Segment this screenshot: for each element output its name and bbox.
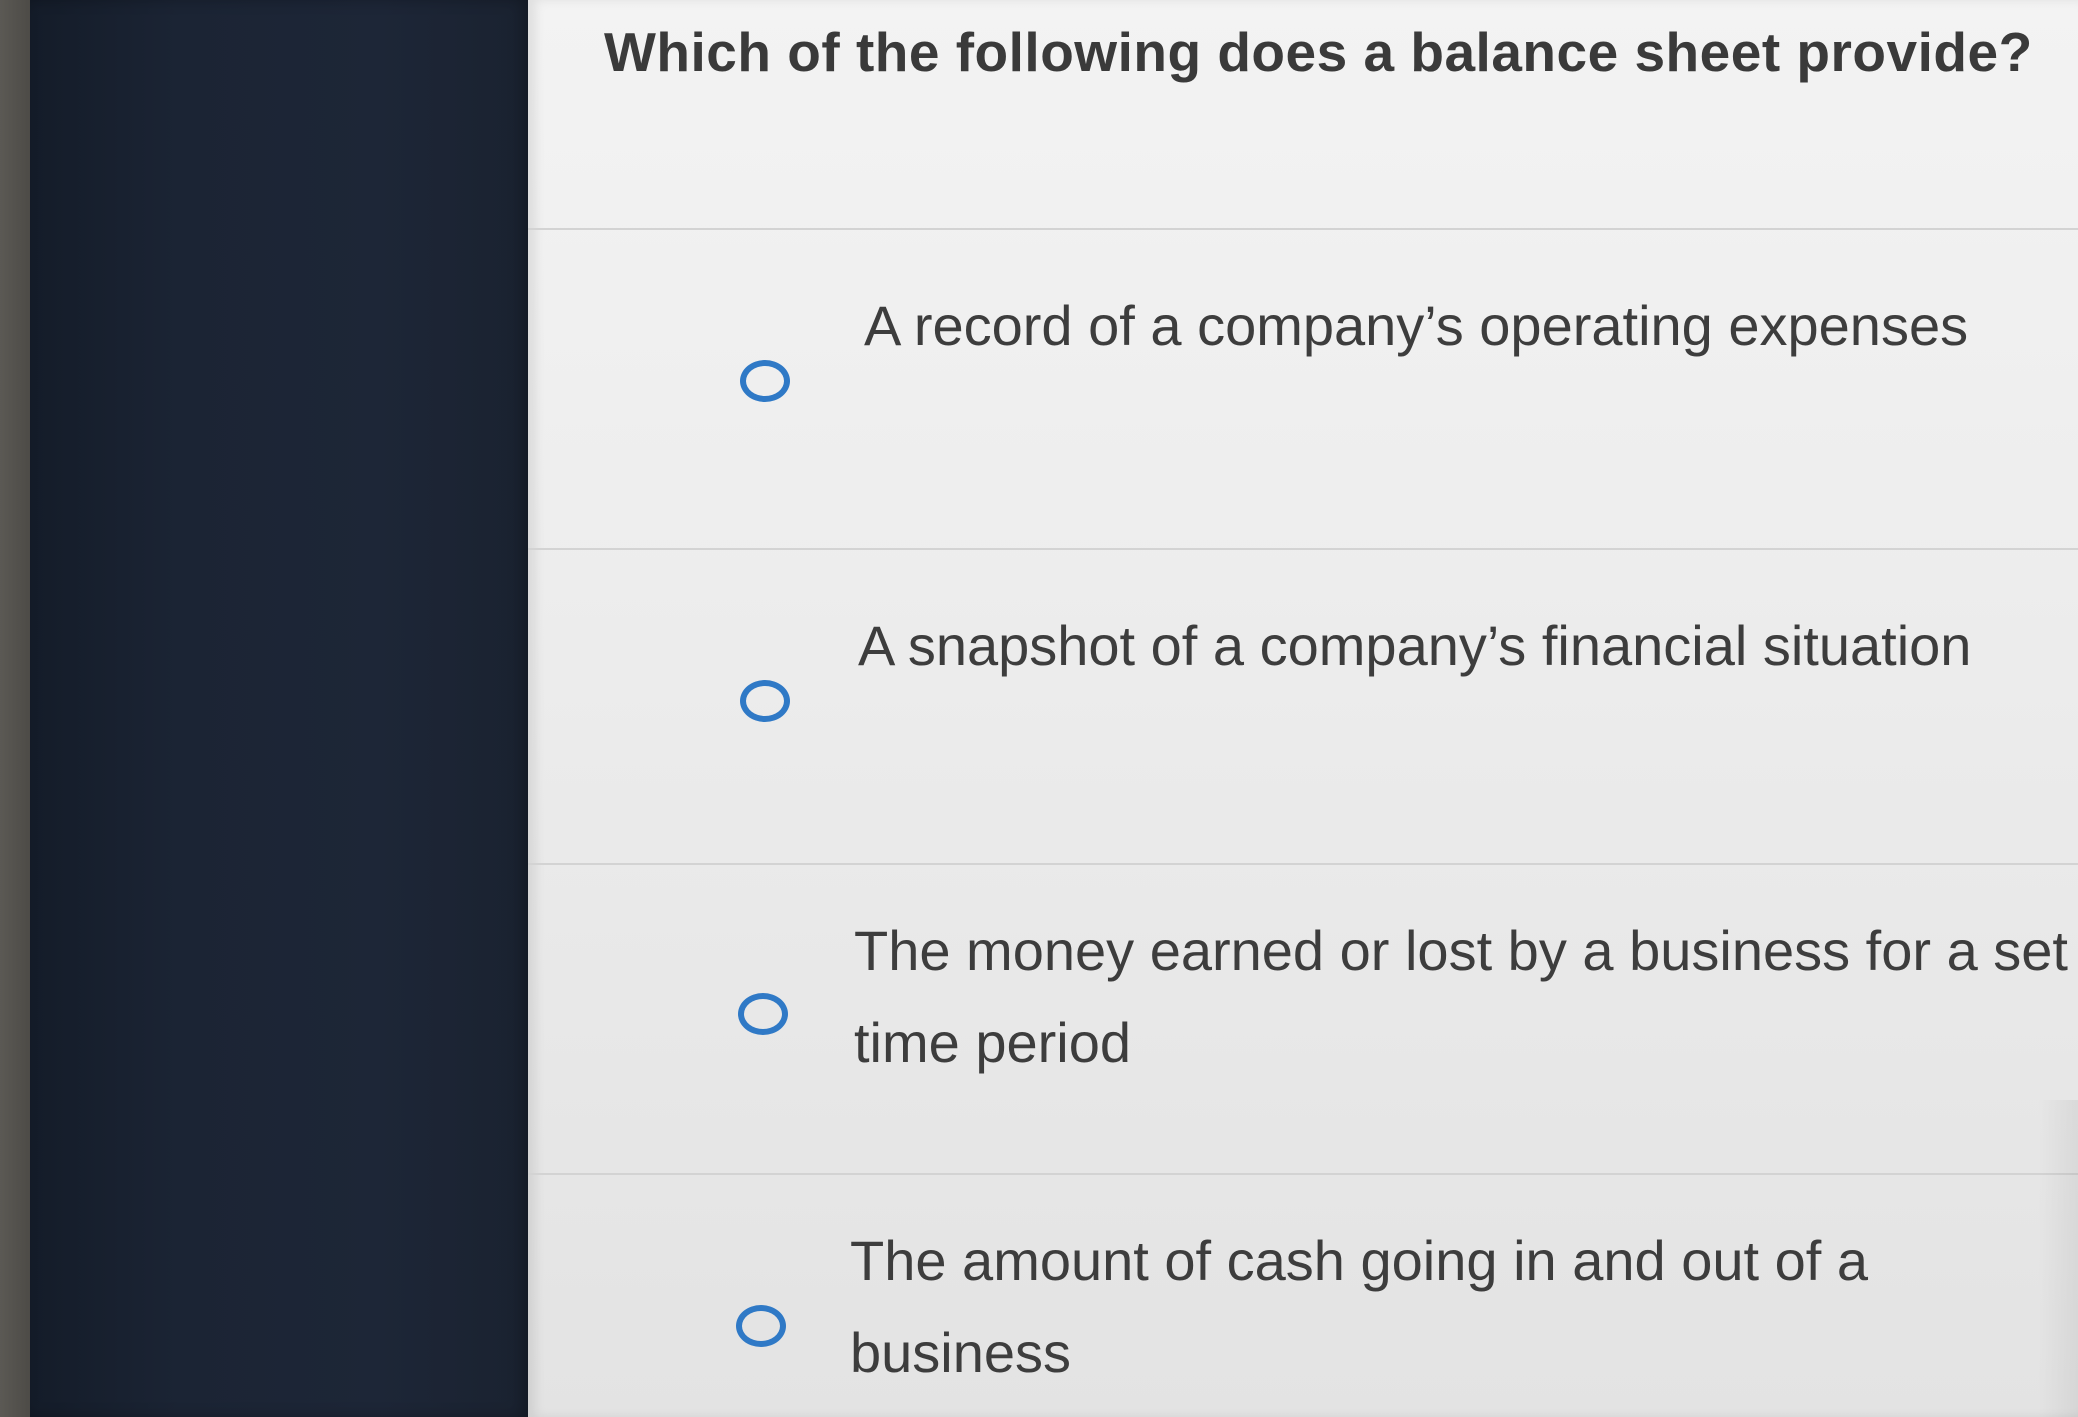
- radio-unselected-icon[interactable]: [740, 360, 790, 402]
- answer-option-label[interactable]: A snapshot of a company’s financial situ…: [858, 600, 2038, 692]
- question-panel: Which of the following does a balance sh…: [528, 0, 2078, 1417]
- left-dark-sidebar: [30, 0, 528, 1417]
- answer-option-1[interactable]: A record of a company’s operating expens…: [528, 230, 2078, 548]
- answer-option-label[interactable]: The amount of cash going in and out of a…: [850, 1215, 1980, 1399]
- answer-option-label[interactable]: A record of a company’s operating expens…: [864, 280, 2044, 372]
- answer-option-label[interactable]: The money earned or lost by a business f…: [854, 905, 2074, 1089]
- answer-option-3[interactable]: The money earned or lost by a business f…: [528, 865, 2078, 1173]
- radio-unselected-icon[interactable]: [738, 993, 788, 1035]
- answer-option-2[interactable]: A snapshot of a company’s financial situ…: [528, 550, 2078, 863]
- photo-of-screen: Which of the following does a balance sh…: [0, 0, 2078, 1417]
- question-text: Which of the following does a balance sh…: [604, 21, 2033, 83]
- answer-option-4[interactable]: The amount of cash going in and out of a…: [528, 1175, 2078, 1417]
- screen-edge-shadow: [2038, 1100, 2078, 1417]
- radio-unselected-icon[interactable]: [740, 680, 790, 722]
- radio-unselected-icon[interactable]: [736, 1305, 786, 1347]
